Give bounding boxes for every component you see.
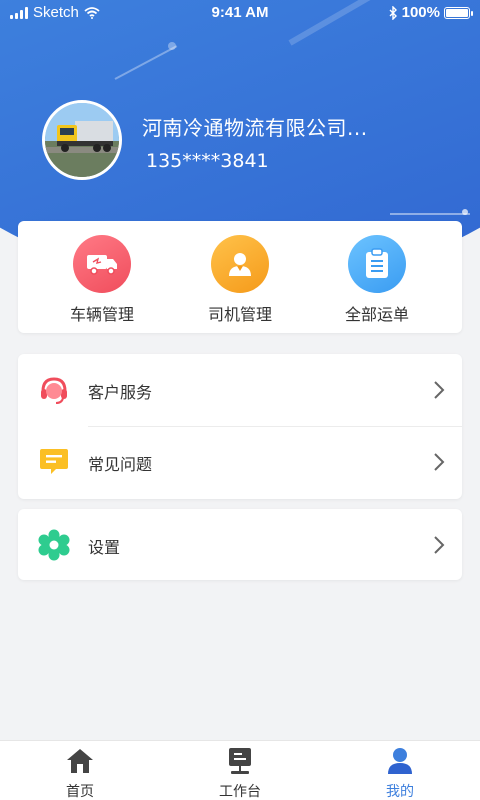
tab-mine-label: 我的 [386,784,414,800]
avatar[interactable] [42,100,122,180]
quick-actions-card: 车辆管理 司机管理 全部运单 [18,221,462,333]
tab-mine[interactable]: 我的 [360,747,440,800]
headset-icon [41,377,67,404]
phone-number: 135****3841 [146,150,269,172]
menu-item-customer-service[interactable]: 客户服务 [18,354,462,426]
home-icon [67,749,93,773]
truck-photo [45,103,119,177]
all-waybills-button[interactable]: 全部运单 [317,235,437,325]
decorative-dot [168,42,176,50]
settings-label: 设置 [88,538,121,557]
truck-icon [87,255,117,275]
settings-card: 设置 [18,509,462,580]
menu-item-faq[interactable]: 常见问题 [18,426,462,498]
bluetooth-icon [389,5,397,20]
clipboard-icon [366,248,388,278]
battery-percentage: 100% [401,4,440,21]
vehicle-management-button[interactable]: 车辆管理 [42,235,162,325]
decorative-dot [462,209,468,215]
customer-service-label: 客户服务 [88,383,153,402]
bottom-tab-bar: 首页 工作台 我的 [0,740,480,800]
tab-home[interactable]: 首页 [40,747,120,800]
status-bar: Sketch 9:41 AM 100% [0,0,480,26]
driver-management-button[interactable]: 司机管理 [180,235,300,325]
workbench-icon [229,748,251,774]
gear-icon [38,529,70,561]
tab-home-label: 首页 [66,784,94,800]
chevron-right-icon [434,381,445,399]
message-icon [40,449,68,474]
tab-workbench[interactable]: 工作台 [200,747,280,800]
user-icon [388,748,412,774]
menu-card: 客户服务 常见问题 [18,354,462,499]
battery-icon [444,6,473,19]
all-waybills-label: 全部运单 [344,305,409,324]
chevron-right-icon [434,536,445,554]
decorative-streak [390,213,470,215]
faq-label: 常见问题 [88,455,153,474]
company-name[interactable]: 河南冷通物流有限公司... [142,112,368,141]
tab-workbench-label: 工作台 [219,784,261,800]
vehicle-management-label: 车辆管理 [69,305,134,324]
chevron-right-icon [434,453,445,471]
driver-management-label: 司机管理 [207,305,272,324]
menu-item-settings[interactable]: 设置 [18,509,462,581]
driver-icon [229,253,251,276]
